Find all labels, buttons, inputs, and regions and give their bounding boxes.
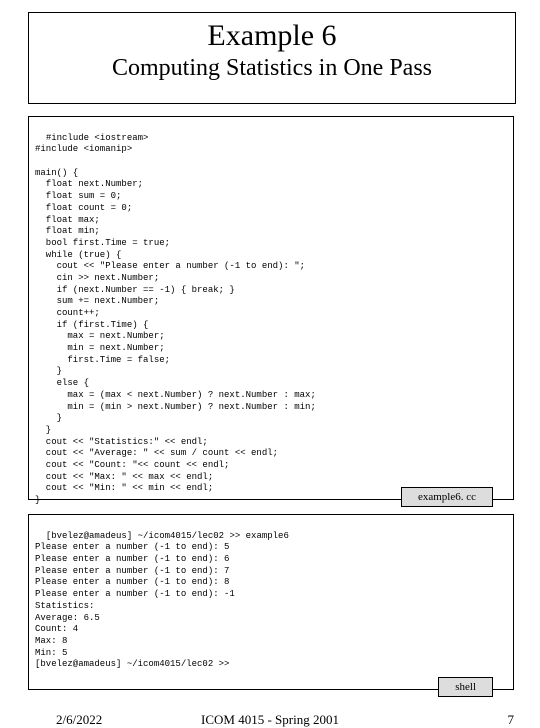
- slide-title: Example 6: [29, 19, 515, 53]
- code-listing-source: #include <iostream> #include <iomanip> m…: [28, 116, 514, 500]
- code-listing-output: [bvelez@amadeus] ~/icom4015/lec02 >> exa…: [28, 514, 514, 690]
- output-tag: shell: [438, 677, 493, 697]
- shell-output-text: [bvelez@amadeus] ~/icom4015/lec02 >> exa…: [35, 531, 289, 670]
- source-code-text: #include <iostream> #include <iomanip> m…: [35, 133, 316, 505]
- source-tag: example6. cc: [401, 487, 493, 507]
- slide-subtitle: Computing Statistics in One Pass: [29, 55, 515, 82]
- footer-page-number: 7: [508, 712, 515, 728]
- title-frame: Example 6 Computing Statistics in One Pa…: [28, 12, 516, 104]
- footer-center: ICOM 4015 - Spring 2001: [0, 712, 540, 728]
